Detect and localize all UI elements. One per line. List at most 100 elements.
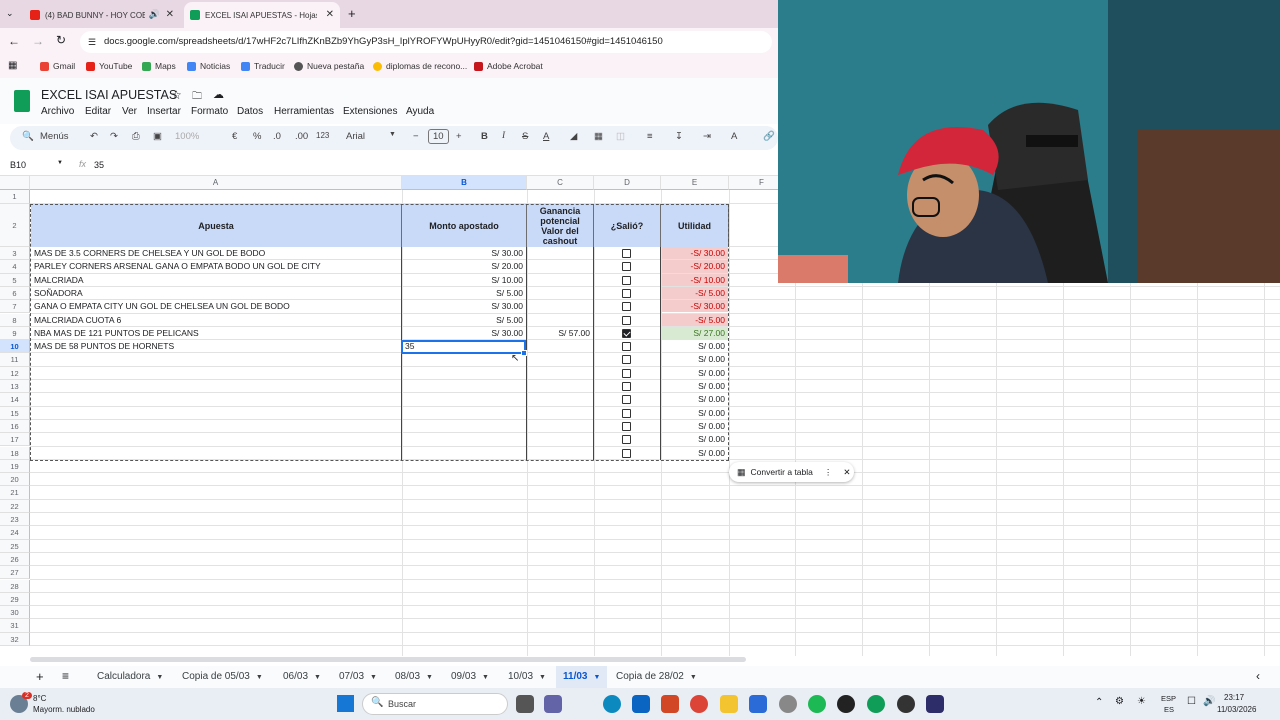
volume-icon[interactable]: 🔊	[1203, 696, 1215, 707]
search-menus-label[interactable]: Menús	[40, 131, 69, 142]
clock-time[interactable]: 23:17	[1224, 693, 1244, 702]
font-size-input[interactable]: 10	[428, 129, 449, 144]
close-tab-icon[interactable]: ✕	[166, 9, 174, 20]
collapse-tabs-icon[interactable]: ‹	[1256, 669, 1260, 683]
bookmark-gmail[interactable]: Gmail	[40, 61, 75, 71]
menu-insertar[interactable]: Insertar	[147, 106, 181, 117]
convert-chip-label[interactable]: Convertir a tabla	[751, 467, 813, 477]
cell-utilidad[interactable]: S/ 0.00	[661, 447, 728, 459]
row-header[interactable]: 18	[0, 446, 30, 460]
github-icon[interactable]	[837, 695, 855, 713]
bookmark-maps[interactable]: Maps	[142, 61, 176, 71]
select-all-corner[interactable]	[0, 176, 30, 190]
bold-icon[interactable]: B	[481, 131, 488, 142]
sheet-tab[interactable]: Calculadora ▼	[90, 666, 170, 688]
column-header-e[interactable]: E	[661, 176, 729, 190]
cell-monto[interactable]	[402, 407, 526, 420]
cell-utilidad[interactable]: -S/ 5.00	[661, 313, 728, 326]
row-header[interactable]: 14	[0, 393, 30, 407]
browser-tab-sheets[interactable]: EXCEL ISAI APUESTAS - Hojas de cálculo ✕	[184, 2, 340, 28]
bookmark-nueva-pestana[interactable]: Nueva pestaña	[294, 61, 364, 71]
cell-ganancia[interactable]	[527, 340, 593, 353]
row-header[interactable]: 31	[0, 619, 30, 633]
close-icon[interactable]: ✕	[843, 467, 850, 478]
cell-ganancia[interactable]	[527, 407, 593, 420]
salio-checkbox[interactable]	[622, 342, 631, 352]
zoom-select[interactable]: 100%	[175, 131, 199, 142]
row-header[interactable]: 6	[0, 286, 30, 301]
row-header[interactable]: 22	[0, 499, 30, 513]
cell-apuesta[interactable]	[31, 380, 401, 393]
chevron-down-icon[interactable]: ▼	[256, 674, 263, 681]
redo-icon[interactable]: ↷	[110, 131, 118, 142]
cell-monto[interactable]	[402, 353, 526, 366]
column-header-c[interactable]: C	[527, 176, 594, 190]
cell-ganancia[interactable]	[527, 393, 593, 406]
decrease-decimal-button[interactable]: .0	[273, 131, 281, 142]
fill-handle[interactable]	[521, 350, 527, 356]
wrap-icon[interactable]: ⇥	[703, 131, 711, 142]
cell-utilidad[interactable]: S/ 0.00	[661, 367, 728, 379]
cell-monto[interactable]	[402, 367, 526, 380]
sheet-tab[interactable]: 10/03 ▼	[501, 666, 553, 688]
salio-checkbox[interactable]	[622, 249, 631, 258]
cell-monto[interactable]	[402, 380, 526, 393]
menu-editar[interactable]: Editar	[85, 106, 111, 117]
paint-format-icon[interactable]: ▣	[153, 131, 162, 142]
reload-icon[interactable]: ↻	[56, 33, 66, 47]
column-header-d[interactable]: D	[594, 176, 661, 190]
cell-apuesta[interactable]: MALCRIADA	[31, 274, 401, 287]
cell-monto[interactable]: S/ 5.00	[402, 314, 526, 327]
menu-extensiones[interactable]: Extensiones	[343, 106, 397, 117]
salio-checkbox[interactable]	[622, 355, 631, 365]
row-header[interactable]: 21	[0, 486, 30, 500]
merge-cells-icon[interactable]: ◫	[616, 131, 625, 142]
font-size-increase-icon[interactable]: +	[456, 131, 462, 142]
document-title[interactable]: EXCEL ISAI APUESTAS	[41, 88, 177, 102]
sheet-tab[interactable]: 11/03 ▼	[556, 666, 608, 688]
chrome-alt-icon[interactable]	[867, 695, 885, 713]
move-folder-icon[interactable]: 🗀	[192, 89, 202, 106]
row-header[interactable]: 13	[0, 380, 30, 394]
cell-ganancia[interactable]	[527, 314, 593, 327]
bookmark-traducir[interactable]: Traducir	[241, 61, 285, 71]
cell-ganancia[interactable]: S/ 57.00	[527, 327, 593, 340]
more-formats-button[interactable]: 123	[316, 131, 329, 140]
site-info-icon[interactable]: ☰	[88, 31, 96, 53]
salio-checkbox[interactable]	[622, 408, 631, 418]
cell-utilidad[interactable]: -S/ 20.00	[661, 260, 728, 273]
chevron-down-icon[interactable]: ▼	[690, 674, 697, 681]
cell-apuesta[interactable]: NBA MAS DE 121 PUNTOS DE PELICANS	[31, 327, 401, 340]
cell-ganancia[interactable]	[527, 274, 593, 287]
salio-checkbox[interactable]	[622, 368, 631, 378]
text-color-icon[interactable]: A	[543, 131, 549, 142]
row-header[interactable]: 8	[0, 313, 30, 327]
cell-monto[interactable]	[402, 420, 526, 433]
strikethrough-icon[interactable]: S	[522, 131, 528, 142]
header-utilidad[interactable]: Utilidad	[661, 204, 729, 247]
row-header[interactable]: 3	[0, 247, 30, 261]
row-header[interactable]: 28	[0, 579, 30, 593]
chevron-down-icon[interactable]: ▼	[314, 674, 321, 681]
row-header[interactable]: 2	[0, 204, 30, 247]
more-options-icon[interactable]: ⋮	[824, 467, 833, 478]
cell-monto[interactable]	[402, 393, 526, 406]
cell-monto[interactable]: S/ 30.00	[402, 300, 526, 313]
edge-icon[interactable]	[603, 695, 621, 713]
cell-apuesta[interactable]: MAS DE 58 PUNTOS DE HORNETS	[31, 340, 401, 353]
cell-ganancia[interactable]	[527, 260, 593, 273]
cell-apuesta[interactable]	[31, 407, 401, 420]
cell-utilidad[interactable]: S/ 0.00	[661, 393, 728, 405]
notepad-icon[interactable]	[749, 695, 767, 713]
start-icon[interactable]	[337, 695, 354, 712]
percent-button[interactable]: %	[253, 131, 261, 142]
cell-utilidad[interactable]: S/ 0.00	[661, 353, 728, 365]
salio-checkbox[interactable]	[622, 328, 631, 338]
back-icon[interactable]: ←	[8, 34, 20, 48]
language-sub[interactable]: ES	[1164, 705, 1174, 714]
chevron-down-icon[interactable]: ▼	[370, 674, 377, 681]
chevron-down-icon[interactable]: ▼	[593, 674, 600, 681]
rotate-text-icon[interactable]: A	[731, 131, 737, 142]
salio-checkbox[interactable]	[622, 421, 631, 431]
bookmark-noticias[interactable]: Noticias	[187, 61, 230, 71]
